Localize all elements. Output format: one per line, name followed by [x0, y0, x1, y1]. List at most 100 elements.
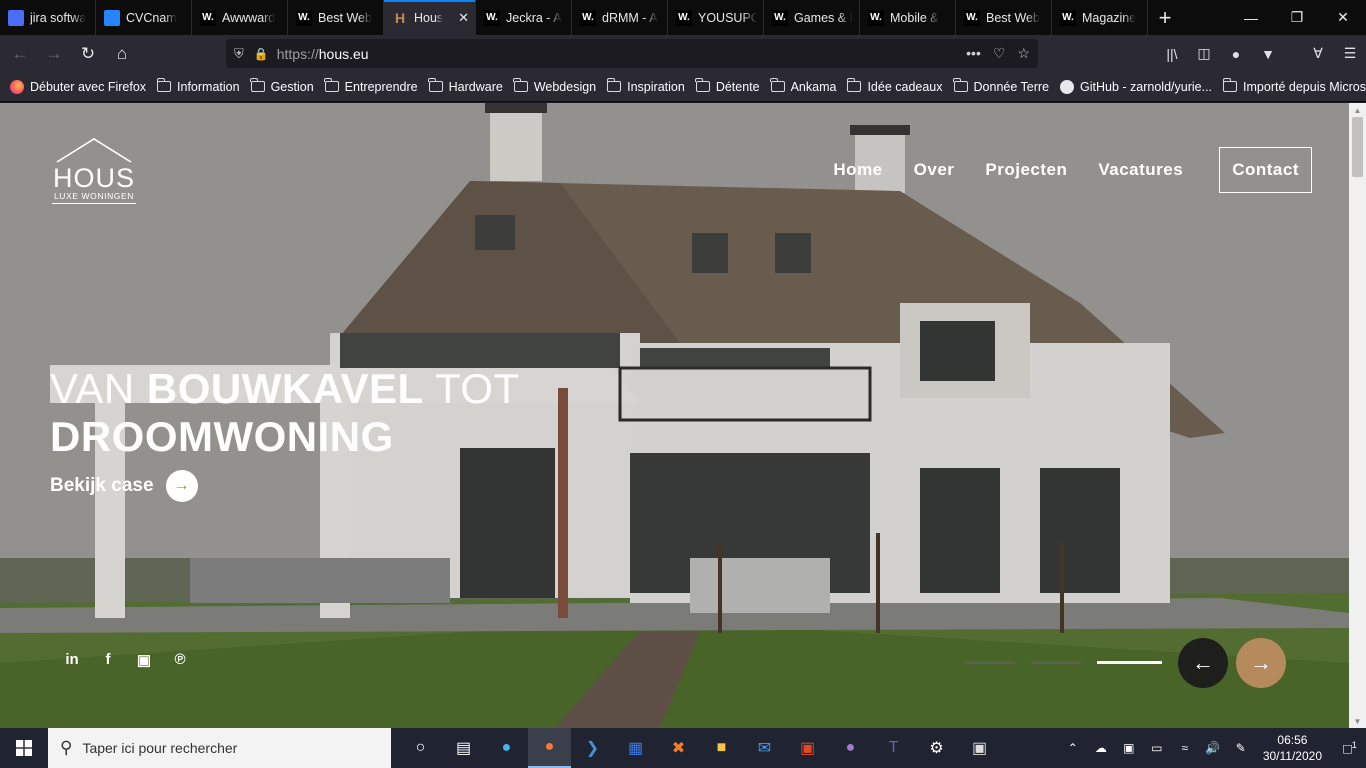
app-blue-icon[interactable]: ▦	[614, 728, 657, 768]
start-button[interactable]	[0, 728, 48, 768]
clock[interactable]: 06:56 30/11/2020	[1263, 732, 1322, 764]
hous-logo[interactable]: HOUS LUXE WONINGEN	[52, 137, 136, 204]
powershell-icon[interactable]: ❯	[571, 728, 614, 768]
menu-icon[interactable]: ☰	[1334, 38, 1366, 70]
slider-indicator-active[interactable]	[1097, 661, 1162, 664]
translate-icon[interactable]: ∀	[1302, 38, 1334, 70]
close-tab-icon[interactable]: ✕	[454, 10, 469, 26]
home-button[interactable]: ⌂	[106, 38, 138, 70]
bookmark-item[interactable]: Importé depuis Micros...	[1222, 78, 1366, 94]
github-desktop-icon[interactable]: ●	[829, 728, 872, 768]
chevron-up-icon[interactable]: ⌃	[1061, 741, 1085, 755]
browser-tab[interactable]: H Hous ✕	[384, 0, 476, 35]
bookmark-item[interactable]: Webdesign	[513, 78, 596, 94]
arrow-right-icon[interactable]: →	[165, 470, 198, 502]
settings-gear-icon[interactable]: ⚙	[915, 728, 958, 768]
page-actions-icon[interactable]: •••	[966, 45, 981, 62]
extension-v-icon[interactable]: ▼	[1252, 38, 1284, 70]
slider-indicator[interactable]	[1031, 661, 1081, 664]
edge-icon[interactable]: ●	[485, 728, 528, 768]
page-scrollbar[interactable]: ▲ ▼	[1349, 103, 1366, 728]
facebook-icon[interactable]: f	[100, 651, 116, 669]
view-case-link[interactable]: Bekijk case →	[50, 470, 198, 502]
bookmark-item[interactable]: Donnée Terre	[953, 78, 1049, 94]
browser-tab[interactable]: W. Games & I	[764, 0, 860, 35]
pinned-apps: ○ ▤ ● ● ❯ ▦ ✖ ■ ✉ ▣ ● T ⚙ ▣	[399, 728, 1001, 768]
bookmark-item[interactable]: GitHub - zarnold/yurie...	[1060, 79, 1212, 94]
sidebar-icon[interactable]: ◫	[1188, 38, 1220, 70]
back-button[interactable]: ←	[4, 38, 36, 70]
xampp-icon[interactable]: ✖	[657, 728, 700, 768]
scroll-down-icon[interactable]: ▼	[1349, 714, 1366, 728]
view-case-label: Bekijk case	[50, 475, 154, 496]
office-icon[interactable]: ▣	[786, 728, 829, 768]
wifi-icon[interactable]: ≈	[1173, 741, 1197, 755]
task-view-icon[interactable]: ▤	[442, 728, 485, 768]
pocket-icon[interactable]: ♡	[993, 45, 1006, 62]
instagram-icon[interactable]: ▣	[136, 651, 152, 669]
browser-tab[interactable]: W. dRMM - A	[572, 0, 668, 35]
browser-tab[interactable]: W. Jeckra - A	[476, 0, 572, 35]
notification-center-icon[interactable]: □1	[1334, 740, 1366, 757]
browser-tab[interactable]: CVCnam	[96, 0, 192, 35]
close-window-button[interactable]: ✕	[1320, 0, 1366, 35]
nav-home[interactable]: Home	[833, 160, 882, 180]
pinterest-icon[interactable]: ℗	[172, 651, 188, 669]
battery-icon[interactable]: ▭	[1145, 741, 1169, 755]
firefox-icon[interactable]: ●	[528, 728, 571, 768]
shield-icon[interactable]: ⛨	[234, 46, 244, 62]
reload-button[interactable]: ↻	[72, 38, 104, 70]
browser-tab[interactable]: W. Best Web	[956, 0, 1052, 35]
bookmarks-bar: Débuter avec Firefox Information Gestion En…	[0, 72, 1366, 102]
forward-button[interactable]: →	[38, 38, 70, 70]
bookmark-item[interactable]: Ankama	[770, 78, 836, 94]
bookmark-item[interactable]: Entreprendre	[324, 78, 418, 94]
bookmark-item[interactable]: Gestion	[250, 78, 314, 94]
arrow-right-icon: →	[1250, 650, 1272, 675]
volume-icon[interactable]: 🔊	[1201, 741, 1225, 755]
search-icon: ⚲	[60, 738, 73, 757]
maximize-button[interactable]: ❐	[1274, 0, 1320, 35]
bookmark-item[interactable]: Inspiration	[606, 78, 685, 94]
tab-title: Games & I	[794, 10, 853, 25]
onedrive-icon[interactable]: ☁	[1089, 741, 1113, 755]
mail-icon[interactable]: ✉	[743, 728, 786, 768]
scroll-up-icon[interactable]: ▲	[1349, 103, 1366, 117]
bookmark-star-icon[interactable]: ☆	[1017, 45, 1030, 62]
slider-indicator[interactable]	[965, 661, 1015, 664]
bookmark-item[interactable]: Information	[156, 78, 240, 94]
scrollbar-thumb[interactable]	[1352, 117, 1363, 177]
taskbar-search-box[interactable]: ⚲ Taper ici pour rechercher	[48, 728, 391, 768]
teams-icon[interactable]: T	[872, 728, 915, 768]
store-icon[interactable]: ▣	[958, 728, 1001, 768]
nav-vacatures[interactable]: Vacatures	[1098, 160, 1183, 180]
minimize-button[interactable]: —	[1228, 0, 1274, 35]
slider-next-button[interactable]: →	[1236, 638, 1286, 688]
lock-icon[interactable]: 🔒	[254, 47, 269, 61]
url-bar[interactable]: ⛨ 🔒 https://hous.eu ••• ♡ ☆	[226, 39, 1038, 68]
nav-over[interactable]: Over	[914, 160, 955, 180]
browser-tab[interactable]: W. Magazine	[1052, 0, 1148, 35]
bookmark-item[interactable]: Hardware	[428, 78, 503, 94]
browser-tab[interactable]: W. Best Web	[288, 0, 384, 35]
extension-avatar-icon[interactable]: ●	[1220, 38, 1252, 70]
nav-projecten[interactable]: Projecten	[985, 160, 1067, 180]
browser-tab[interactable]: W. Mobile &	[860, 0, 956, 35]
library-icon[interactable]: ||\	[1156, 38, 1188, 70]
browser-tab[interactable]: W. YOUSUPO	[668, 0, 764, 35]
pen-icon[interactable]: ✎	[1229, 741, 1253, 755]
slider-prev-button[interactable]: ←	[1178, 638, 1228, 688]
tray-app-icon[interactable]: ▣	[1117, 741, 1141, 755]
browser-tab[interactable]: jira softwa	[0, 0, 96, 35]
contact-button[interactable]: Contact	[1219, 147, 1312, 193]
bookmark-item[interactable]: Détente	[695, 78, 760, 94]
file-explorer-icon[interactable]: ■	[700, 728, 743, 768]
tab-title: Magazine	[1082, 10, 1137, 25]
cortana-icon[interactable]: ○	[399, 728, 442, 768]
browser-tab[interactable]: W. Awwward	[192, 0, 288, 35]
new-tab-button[interactable]: +	[1148, 0, 1182, 35]
bookmark-item[interactable]: Débuter avec Firefox	[10, 79, 146, 94]
page-viewport: HOUS LUXE WONINGEN Home Over Projecten V…	[0, 103, 1349, 728]
bookmark-item[interactable]: Idée cadeaux	[846, 78, 943, 94]
linkedin-icon[interactable]: in	[64, 651, 80, 669]
